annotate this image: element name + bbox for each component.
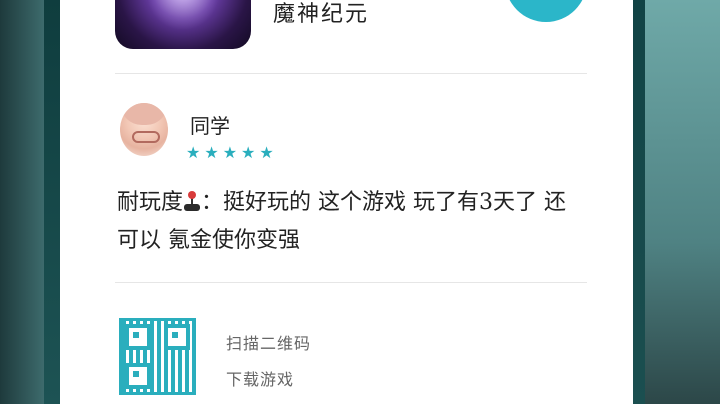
review-username: 同学 bbox=[190, 114, 230, 138]
game-icon[interactable] bbox=[115, 0, 251, 49]
game-icon-glow bbox=[135, 0, 231, 30]
game-title: 魔神纪元 bbox=[273, 2, 370, 27]
download-game-label: 下载游戏 bbox=[226, 370, 295, 389]
qr-finder-bottom-left bbox=[125, 363, 151, 389]
review-text-before-icon: 耐玩度 bbox=[117, 190, 184, 215]
divider-bottom bbox=[115, 282, 587, 283]
qr-code[interactable] bbox=[119, 318, 196, 395]
divider-top bbox=[115, 73, 587, 74]
avatar[interactable] bbox=[120, 103, 168, 156]
card-edge-right bbox=[633, 0, 645, 404]
rating-stars: ★★★★★ bbox=[186, 143, 278, 162]
review-text: 耐玩度 ：挺好玩的 这个游戏 玩了有3天了 还可以 氪金使你变强 bbox=[117, 184, 587, 260]
card-edge-left bbox=[44, 0, 60, 404]
scan-qr-label: 扫描二维码 bbox=[226, 334, 312, 353]
qr-finder-top-right bbox=[164, 324, 190, 350]
joystick-icon bbox=[183, 191, 201, 211]
avatar-hair bbox=[120, 103, 168, 125]
qr-finder-top-left bbox=[125, 324, 151, 350]
avatar-glasses bbox=[132, 131, 160, 143]
